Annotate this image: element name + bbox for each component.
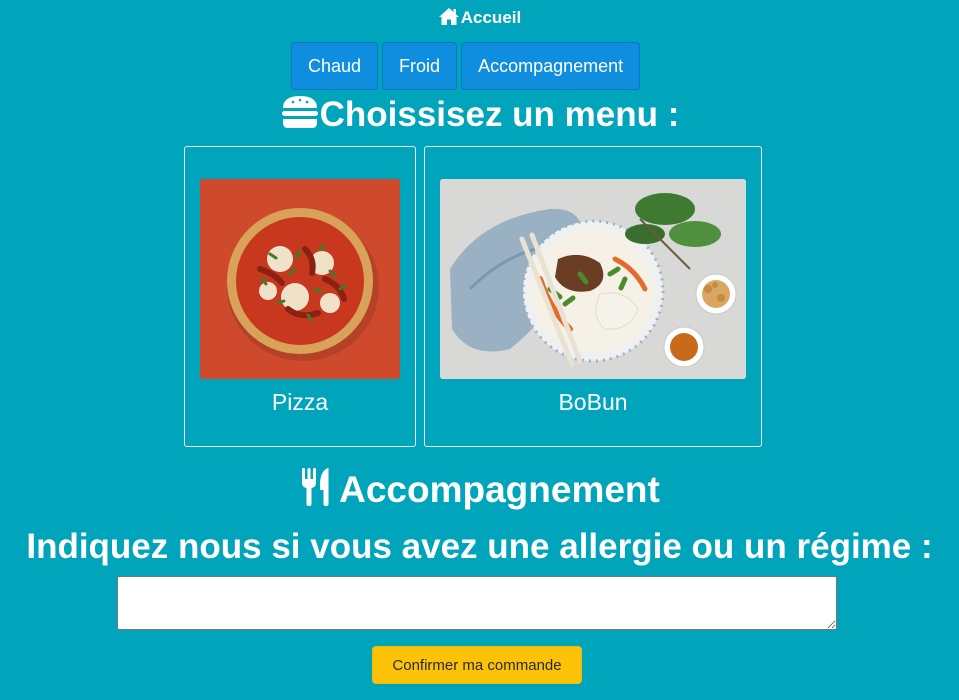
allergy-textarea[interactable] [117,576,837,630]
menu-card-pizza[interactable]: Pizza [184,146,416,447]
side-section-title: Accompagnement [0,466,959,519]
utensils-icon [299,467,333,519]
category-tabs: Chaud Froid Accompagnement [291,42,641,90]
home-icon [438,7,460,32]
tab-froid[interactable]: Froid [382,42,458,90]
home-link[interactable]: Accueil [0,7,959,32]
burger-icon [280,94,320,142]
menu-card-bobun[interactable]: BoBun [424,146,762,447]
menu-section-title: Choissisez un menu : [0,92,959,142]
home-link-label: Accueil [460,8,522,27]
menu-card-label: Pizza [271,389,329,415]
tab-accompagnement[interactable]: Accompagnement [461,42,641,90]
allergy-prompt: Indiquez nous si vous avez une allergie … [26,527,933,566]
bobun-image [440,179,746,379]
side-section-title-text: Accompagnement [339,469,660,510]
confirm-order-button[interactable]: Confirmer ma commande [372,646,582,684]
menu-card-label: BoBun [558,389,628,415]
pizza-image [200,179,400,379]
menu-section-title-text: Choissisez un menu : [319,95,680,134]
tab-chaud[interactable]: Chaud [291,42,379,90]
